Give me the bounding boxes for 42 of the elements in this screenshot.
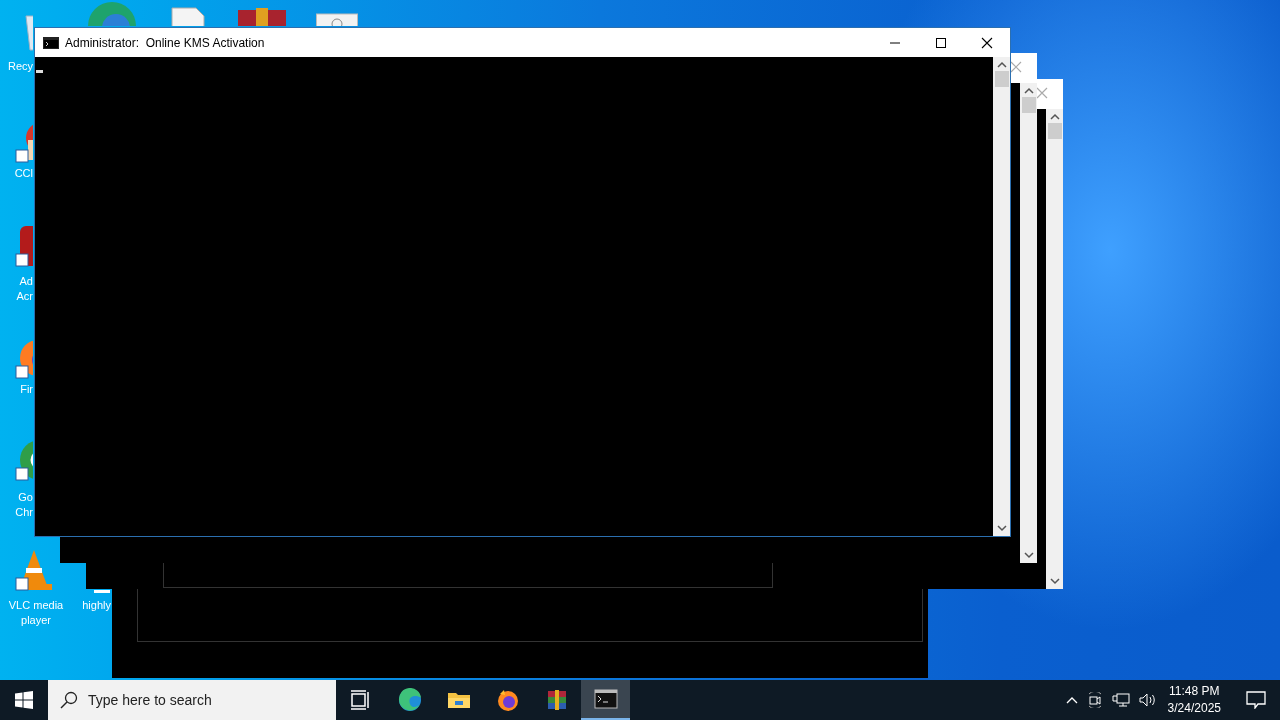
search-field[interactable]: Type here to search [48,680,336,720]
icon-label[interactable]: Go [18,490,33,505]
maximize-icon [935,36,947,49]
browser-icon [397,688,422,712]
icon-label[interactable]: highly [82,598,111,613]
icon-label[interactable]: Ad [19,274,33,289]
icon-label[interactable]: player [21,613,51,628]
console-icon [43,36,59,49]
close-icon [981,36,993,49]
scrollbar-thumb[interactable] [1021,97,1036,113]
icon-label[interactable]: CCl [14,166,33,181]
scroll-down-icon[interactable] [1049,577,1060,585]
notifications-icon[interactable] [1246,691,1266,709]
scroll-up-icon[interactable] [996,61,1007,69]
clock-time[interactable]: 11:48 PM [1169,683,1220,700]
icon-label[interactable]: Acr [16,289,33,304]
clock-date[interactable]: 3/24/2025 [1167,700,1221,717]
volume-icon[interactable] [1138,692,1157,708]
scroll-up-icon[interactable] [1049,113,1060,121]
start-icon [15,691,33,709]
browser-icon [495,688,520,712]
window-title: Administrator: Online KMS Activation [65,35,265,50]
search-icon [60,691,78,709]
icon-label[interactable]: Recy [7,59,33,74]
scrollbar[interactable] [1046,109,1063,589]
scrollbar[interactable] [993,57,1010,536]
scroll-down-icon[interactable] [1023,551,1034,559]
icon-label[interactable]: Chr [15,505,33,520]
scrollbar-thumb[interactable] [1047,123,1062,139]
scroll-down-icon[interactable] [996,524,1007,532]
text-cursor [36,70,43,73]
network-icon[interactable] [1111,692,1130,708]
chevron-up-icon[interactable] [1065,696,1078,704]
icon-label[interactable]: VLC media [8,598,64,613]
terminal-icon [593,687,618,711]
scrollbar-thumb[interactable] [994,71,1009,87]
scrollbar[interactable] [1020,83,1037,563]
camera-icon[interactable] [1086,692,1103,708]
icon-label[interactable]: Fir [20,382,33,397]
taskbar-app-button[interactable] [581,680,630,720]
close-icon[interactable] [1010,61,1022,73]
scroll-up-icon[interactable] [1023,87,1034,95]
